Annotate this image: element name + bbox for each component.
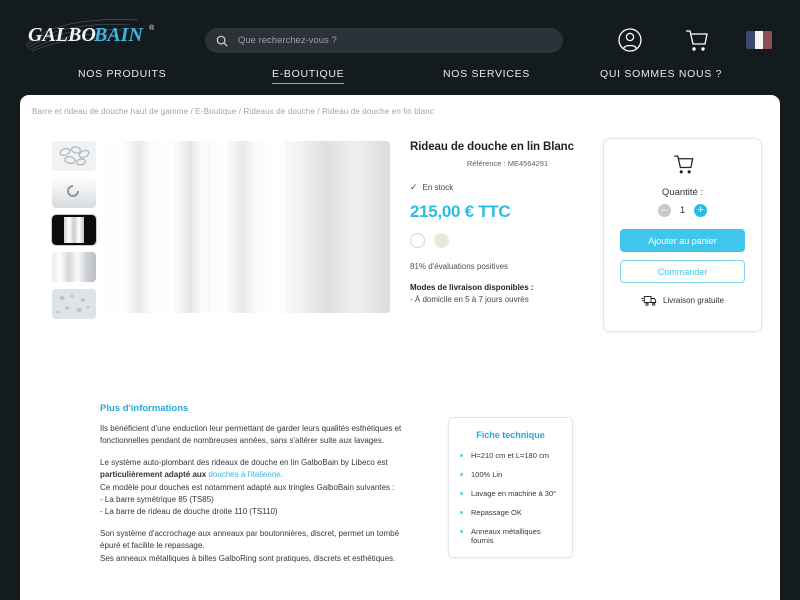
thumbnail-water-image <box>52 289 96 319</box>
quantity-stepper: – 1 + <box>657 204 708 217</box>
order-button[interactable]: Commander <box>620 260 745 283</box>
product-price: 215,00 € TTC <box>410 202 511 221</box>
shopping-cart-icon[interactable] <box>680 24 712 56</box>
link-douches-italienne[interactable]: douches à l'italienne <box>208 470 280 479</box>
spec-sheet-panel: Fiche technique H=210 cm et L=180 cm 100… <box>448 417 573 558</box>
desc-p2-bold: particulièrement adapté aux <box>100 470 209 480</box>
header-actions <box>614 24 800 56</box>
product-info: Rideau de douche en lin Blanc Référence … <box>410 141 605 304</box>
svg-text:GALBO: GALBO <box>28 24 96 46</box>
french-flag-icon[interactable] <box>746 31 772 49</box>
main-product-image-graphic <box>105 141 390 313</box>
link-barre-symetrique-85[interactable]: - La barre symétrique 85 (TS85) <box>100 494 420 506</box>
thumbnail-fabric-image <box>52 252 96 282</box>
ratings-text: 81% d'évaluations positives <box>410 262 509 271</box>
add-to-cart-panel: Quantité : – 1 + Ajouter au panier Comma… <box>603 138 762 332</box>
spec-item: Lavage en machine à 30° <box>459 489 562 498</box>
description-heading: Plus d'informations <box>100 403 189 414</box>
add-to-cart-button[interactable]: Ajouter au panier <box>620 229 745 252</box>
user-account-icon[interactable] <box>614 24 646 56</box>
product-page-card: Barre et rideau de douche haut de gamme … <box>20 95 780 600</box>
nav-item-nos-produits[interactable]: NOS PRODUITS <box>78 68 166 83</box>
delivery-truck-icon <box>641 296 657 306</box>
thumbnail-curtain-dark-image <box>52 215 96 245</box>
thumbnail-gallery <box>51 141 97 326</box>
quantity-decrease-button[interactable]: – <box>657 204 671 217</box>
spec-sheet-title: Fiche technique <box>476 430 545 440</box>
description-paragraph-4: Son système d'accrochage aux anneaux par… <box>100 528 400 551</box>
quantity-increase-button[interactable]: + <box>694 204 708 217</box>
thumbnail-hook[interactable] <box>52 178 96 208</box>
galbobain-logo-icon: GALBO BAIN ® <box>25 19 155 52</box>
desc-p2-end: . <box>280 470 283 480</box>
delivery-option: - À domicile en 5 à 7 jours ouvrés <box>410 295 529 304</box>
spec-item: 100% Lin <box>459 470 562 479</box>
product-top-section: Rideau de douche en lin Blanc Référence … <box>20 116 780 332</box>
spec-sheet-list: H=210 cm et L=180 cm 100% Lin Lavage en … <box>459 451 562 545</box>
quantity-label: Quantité : <box>661 187 704 198</box>
thumbnail-rings-image <box>52 141 96 171</box>
delivery-title: Modes de livraison disponibles : <box>410 283 534 292</box>
check-icon: ✓ <box>410 182 418 192</box>
thumbnail-water[interactable] <box>52 289 96 319</box>
quantity-value: 1 <box>679 205 686 216</box>
spec-item: Anneaux métalliques fournis <box>459 527 562 545</box>
free-shipping-note: Livraison gratuite <box>641 294 724 307</box>
svg-text:BAIN: BAIN <box>93 24 144 46</box>
thumbnail-fabric[interactable] <box>52 252 96 282</box>
search-bar[interactable] <box>205 28 563 53</box>
stock-label: En stock <box>422 183 454 192</box>
color-swatch-white[interactable] <box>410 233 425 248</box>
search-input[interactable] <box>238 35 553 46</box>
product-title: Rideau de douche en lin Blanc <box>410 141 574 153</box>
description-paragraph-5: Ses anneaux métalliques à billes GalboRi… <box>100 553 396 563</box>
spec-item: Repassage OK <box>459 508 562 517</box>
svg-text:®: ® <box>149 24 155 32</box>
search-icon <box>216 35 228 47</box>
stock-status: ✓ En stock <box>410 182 605 193</box>
breadcrumb[interactable]: Barre et rideau de douche haut de gamme … <box>20 95 780 116</box>
description-paragraph-2: Le système auto-plombant des rideaux de … <box>100 457 420 482</box>
thumbnail-curtain-dark[interactable] <box>51 214 97 246</box>
color-swatch-beige[interactable] <box>434 233 449 248</box>
site-logo[interactable]: GALBO BAIN ® <box>0 14 185 54</box>
nav-item-e-boutique[interactable]: E-BOUTIQUE <box>272 68 345 84</box>
shopping-cart-icon <box>673 155 693 174</box>
free-shipping-label: Livraison gratuite <box>663 296 724 305</box>
main-product-image[interactable] <box>105 141 390 313</box>
site-header: GALBO BAIN ® <box>0 0 800 68</box>
nav-item-nos-services[interactable]: NOS SERVICES <box>443 68 530 83</box>
thumbnail-rings[interactable] <box>52 141 96 171</box>
link-barre-droite-110[interactable]: - La barre de rideau de douche droite 11… <box>100 506 420 518</box>
desc-p2-pre: Le système auto-plombant des rideaux de … <box>100 457 388 467</box>
color-swatches <box>410 233 605 248</box>
nav-item-qui-sommes-nous[interactable]: QUI SOMMES NOUS ? <box>600 68 722 83</box>
description-paragraph-3: Ce modèle pour douches est notamment ada… <box>100 482 395 492</box>
spec-item: H=210 cm et L=180 cm <box>459 451 562 460</box>
product-description: Plus d'informations Ils bénéficient d'un… <box>100 403 420 574</box>
thumbnail-hook-image <box>52 178 96 208</box>
description-paragraph-1: Ils bénéficient d'une enduction leur per… <box>100 424 402 446</box>
product-reference: Référence : ME4564291 <box>466 159 549 168</box>
